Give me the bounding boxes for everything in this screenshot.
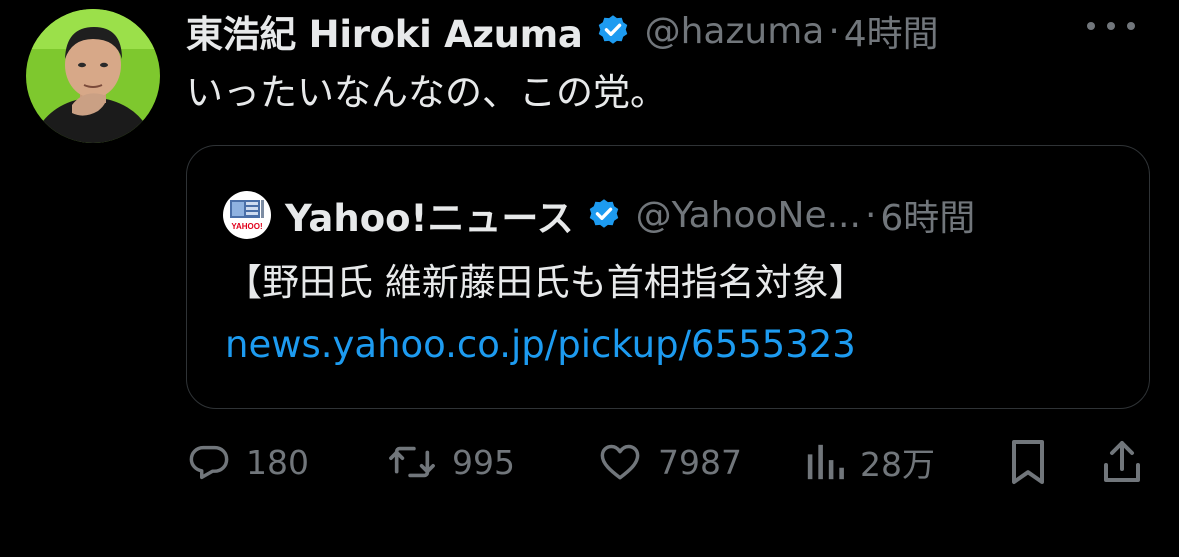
share-button[interactable]	[1100, 437, 1144, 487]
views-count: 28万	[860, 445, 935, 484]
like-button[interactable]: 7987	[596, 437, 742, 487]
tweet-action-bar: 180 995 7987 28万	[186, 437, 1146, 487]
tweet-timestamp[interactable]: 4時間	[844, 5, 939, 57]
quoted-author-avatar[interactable]: YAHOO!	[223, 191, 271, 239]
reply-icon	[189, 445, 229, 480]
quoted-tweet-text: 【野田氏 維新藤田氏も首相指名対象】	[225, 261, 866, 304]
quoted-author-handle[interactable]: @YahooNe...	[636, 195, 861, 236]
more-options-icon-dot	[1127, 22, 1135, 30]
svg-text:YAHOO!: YAHOO!	[231, 222, 262, 231]
bookmark-icon	[1012, 440, 1044, 484]
header-separator: ·	[828, 10, 840, 52]
views-button[interactable]: 28万	[804, 437, 935, 487]
quoted-header-separator: ·	[864, 194, 877, 236]
more-options-button[interactable]	[1087, 6, 1135, 46]
share-icon	[1104, 441, 1140, 482]
author-name[interactable]: 東浩紀 Hiroki Azuma	[186, 4, 583, 58]
more-options-icon-dot	[1107, 22, 1115, 30]
reply-button[interactable]: 180	[186, 437, 309, 487]
quoted-tweet-card[interactable]: YAHOO! Yahoo!ニュース @YahooNe... · 6時間 【野田氏…	[186, 145, 1150, 409]
quoted-tweet-header: YAHOO! Yahoo!ニュース @YahooNe... · 6時間	[223, 190, 1123, 240]
quoted-author-name[interactable]: Yahoo!ニュース	[285, 188, 574, 242]
retweet-button[interactable]: 995	[386, 437, 515, 487]
author-handle[interactable]: @hazuma	[645, 11, 825, 52]
bookmark-button[interactable]	[1006, 437, 1050, 487]
author-avatar-image	[26, 9, 160, 143]
tweet-text: いったいなんなの、この党。	[186, 71, 667, 114]
retweet-icon	[389, 446, 435, 478]
views-chart-icon	[807, 444, 844, 480]
quoted-tweet-link[interactable]: news.yahoo.co.jp/pickup/6555323	[225, 320, 856, 370]
tweet-header: 東浩紀 Hiroki Azuma @hazuma · 4時間	[186, 4, 1166, 58]
yahoo-news-logo-icon: YAHOO!	[223, 191, 271, 239]
more-options-icon	[1087, 22, 1095, 30]
heart-icon	[600, 444, 640, 480]
verified-badge-icon	[589, 199, 618, 228]
retweet-count: 995	[452, 442, 515, 482]
verified-badge-icon	[598, 15, 627, 44]
like-count: 7987	[658, 442, 742, 482]
author-avatar[interactable]	[26, 9, 160, 143]
reply-count: 180	[246, 442, 309, 482]
quoted-tweet-timestamp[interactable]: 6時間	[880, 189, 975, 241]
